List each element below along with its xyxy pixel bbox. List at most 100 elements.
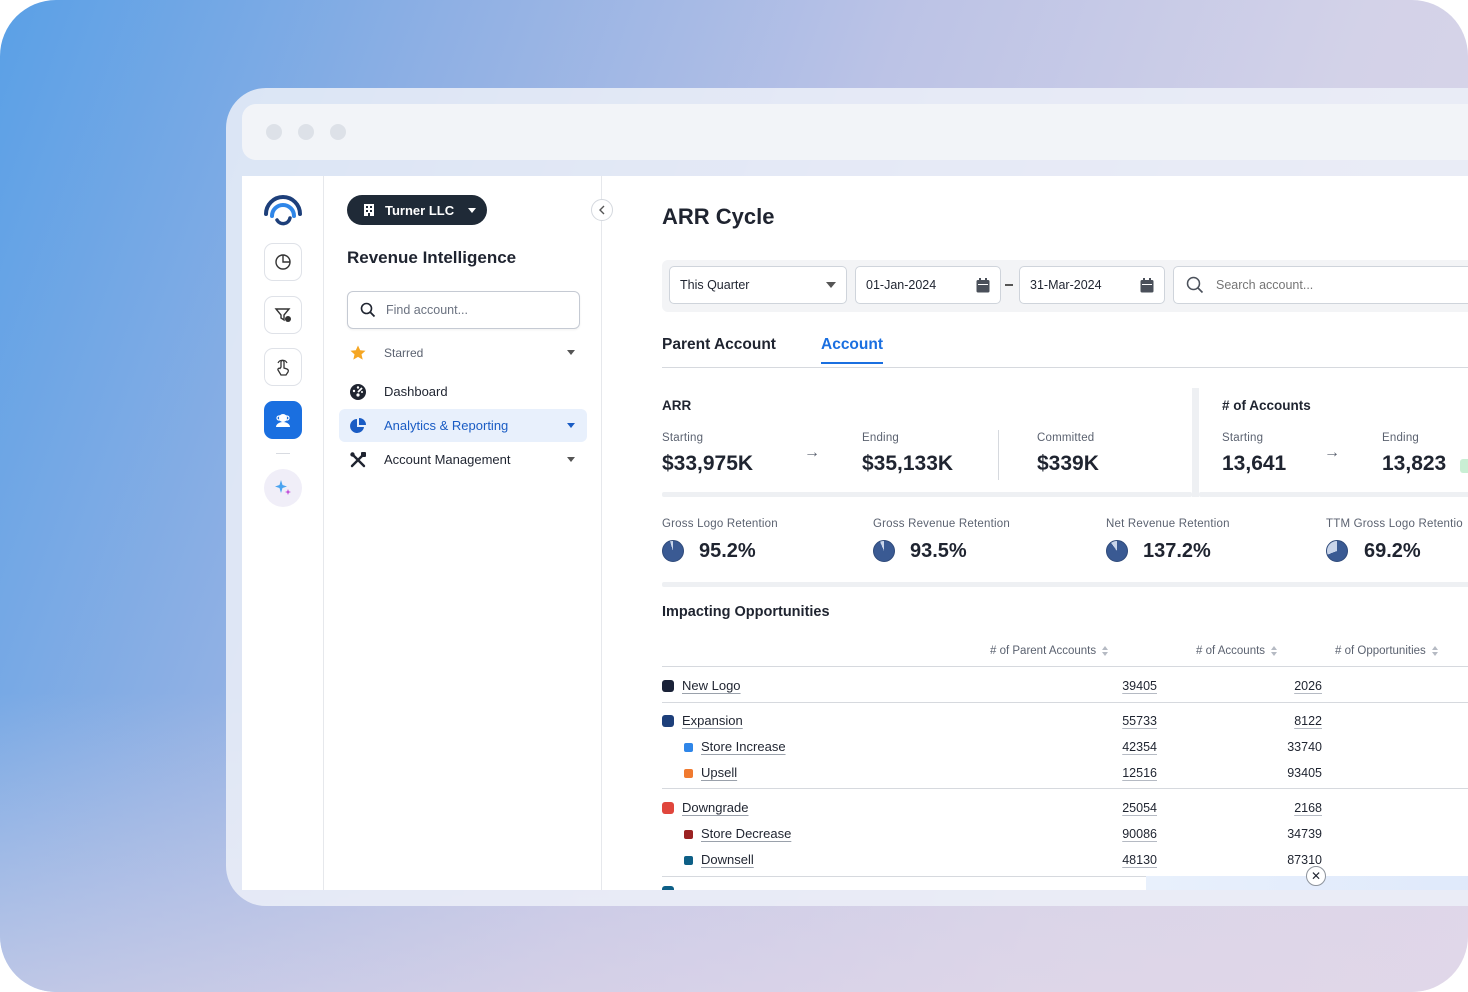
chevron-down-icon[interactable] [567, 423, 575, 428]
rail-divider [276, 453, 290, 454]
arr-ending-label: Ending [862, 432, 900, 444]
table-title: Impacting Opportunities [662, 604, 830, 620]
search-icon [1186, 276, 1204, 294]
table-cell-value[interactable]: 55733 [1067, 714, 1157, 728]
app-window: Turner LLC Revenue Intelligence Starred … [242, 176, 1468, 890]
sidebar-item-label: Starred [384, 345, 424, 360]
window-dot-minimize[interactable] [298, 124, 314, 140]
table-cell-value[interactable]: 2168 [1232, 801, 1322, 815]
sidebar-item-dashboard[interactable]: Dashboard [339, 375, 587, 408]
table-cell-value[interactable]: 93405 [1232, 766, 1322, 780]
brand-logo-icon[interactable] [262, 190, 304, 232]
rail-ai-button[interactable] [264, 469, 302, 507]
sidebar-title: Revenue Intelligence [347, 248, 517, 267]
table-cell-value[interactable]: 97233 [1459, 766, 1468, 780]
chevron-down-icon [826, 282, 836, 288]
table-group-divider [662, 788, 1468, 789]
sidebar-item-analytics-reporting[interactable]: Analytics & Reporting [339, 409, 587, 442]
table-row-label[interactable]: Store Decrease [701, 826, 791, 841]
period-select[interactable]: This Quarter [669, 266, 847, 304]
table-cell-value[interactable]: 42354 [1067, 740, 1157, 754]
end-date-field[interactable]: 31-Mar-2024 [1019, 266, 1165, 304]
retention-label: Gross Logo Retention [662, 518, 778, 530]
retention-label: TTM Gross Logo Retentio [1326, 518, 1463, 530]
row-color-swatch [662, 802, 674, 814]
table-row-label[interactable]: Upsell [701, 765, 737, 780]
accounts-card-title: # of Accounts [1222, 398, 1311, 413]
table-cell-value[interactable]: 34739 [1232, 827, 1322, 841]
column-header-label: # of Accounts [1196, 645, 1266, 657]
row-swatch-partial [662, 886, 674, 890]
retention-value: 69.2% [1364, 540, 1421, 562]
table-cell-value[interactable]: 29195 [1459, 853, 1468, 867]
arr-card-bottom [662, 492, 1192, 497]
window-dot-close[interactable] [266, 124, 282, 140]
table-row-label[interactable]: Expansion [682, 713, 743, 728]
search-account-field[interactable] [1173, 266, 1468, 304]
column-header-parent-accounts[interactable]: # of Parent Accounts [990, 645, 1109, 657]
table-cell-value[interactable]: 87310 [1232, 853, 1322, 867]
chevron-down-icon [468, 207, 477, 213]
table-cell-value[interactable]: 64592 [1459, 679, 1468, 693]
table-cell-value[interactable]: 40719 [1459, 801, 1468, 815]
star-icon [349, 344, 367, 362]
table-cell-value[interactable]: 3451 [1459, 827, 1468, 841]
table-cell-value[interactable]: 12516 [1067, 766, 1157, 780]
column-header-accounts[interactable]: # of Accounts [1196, 645, 1278, 657]
row-color-swatch [684, 743, 693, 752]
arr-committed-value: $339K [1037, 452, 1099, 475]
rail-analytics-button[interactable] [264, 243, 302, 281]
sidebar-item-starred[interactable]: Starred [339, 336, 587, 369]
rail-filter-button[interactable] [264, 296, 302, 334]
sidebar-item-account-management[interactable]: Account Management [339, 443, 587, 476]
collapse-sidebar-button[interactable] [591, 199, 613, 221]
table-cell-value[interactable]: 33740 [1232, 740, 1322, 754]
table-cell-value[interactable]: 90086 [1067, 827, 1157, 841]
table-row-label[interactable]: Downsell [701, 852, 754, 867]
sort-icon [1431, 646, 1438, 656]
chevron-down-icon[interactable] [567, 457, 575, 462]
accounts-starting-value: 13,641 [1222, 452, 1287, 475]
row-color-swatch [662, 680, 674, 692]
column-header-opportunities[interactable]: # of Opportunities [1335, 645, 1438, 657]
table-cell-value[interactable]: 2026 [1232, 679, 1322, 693]
table-cell-value[interactable]: 39405 [1067, 679, 1157, 693]
table-cell-value[interactable]: 56184 [1459, 740, 1468, 754]
page-title: ARR Cycle [662, 204, 775, 229]
table-cell-value[interactable]: 8122 [1232, 714, 1322, 728]
table-row-label[interactable]: Downgrade [682, 800, 749, 815]
chevron-down-icon[interactable] [567, 350, 575, 355]
rail-touch-button[interactable] [264, 348, 302, 386]
table-cell-value[interactable]: 48130 [1067, 853, 1157, 867]
sidebar: Turner LLC Revenue Intelligence Starred … [324, 176, 602, 890]
column-header-label: # of Opportunities [1335, 645, 1426, 657]
close-icon[interactable]: ✕ [1306, 866, 1326, 886]
accounts-card-bottom [1199, 492, 1468, 497]
sort-icon [1102, 646, 1109, 656]
window-dot-maximize[interactable] [330, 124, 346, 140]
tab-parent-account[interactable]: Parent Account [662, 336, 776, 362]
arr-divider [998, 430, 999, 480]
rail-account-button[interactable] [264, 401, 302, 439]
table-cell-value[interactable]: 85825 [1459, 714, 1468, 728]
table-row-label[interactable]: Store Increase [701, 739, 786, 754]
retention-value: 137.2% [1143, 540, 1211, 562]
arr-ending-value: $35,133K [862, 452, 954, 475]
retention-bottom [662, 582, 1468, 587]
user-icon [276, 414, 290, 427]
search-account-input[interactable] [1216, 278, 1456, 292]
find-account-field[interactable] [347, 291, 580, 329]
table-cell-value[interactable]: 25054 [1067, 801, 1157, 815]
tab-account[interactable]: Account [821, 336, 883, 364]
row-color-swatch [662, 715, 674, 727]
start-date-field[interactable]: 01-Jan-2024 [855, 266, 1001, 304]
account-tabs: Parent Account Account [662, 334, 1468, 368]
window-titlebar [242, 104, 1468, 160]
accounts-ending-value: 13,823 [1382, 452, 1453, 476]
building-icon [364, 204, 374, 216]
table-row-label[interactable]: New Logo [682, 678, 741, 693]
org-switcher[interactable]: Turner LLC [347, 195, 487, 225]
arrow-right-icon: → [1324, 444, 1340, 461]
find-account-input[interactable] [386, 303, 566, 317]
tools-icon [349, 451, 367, 469]
